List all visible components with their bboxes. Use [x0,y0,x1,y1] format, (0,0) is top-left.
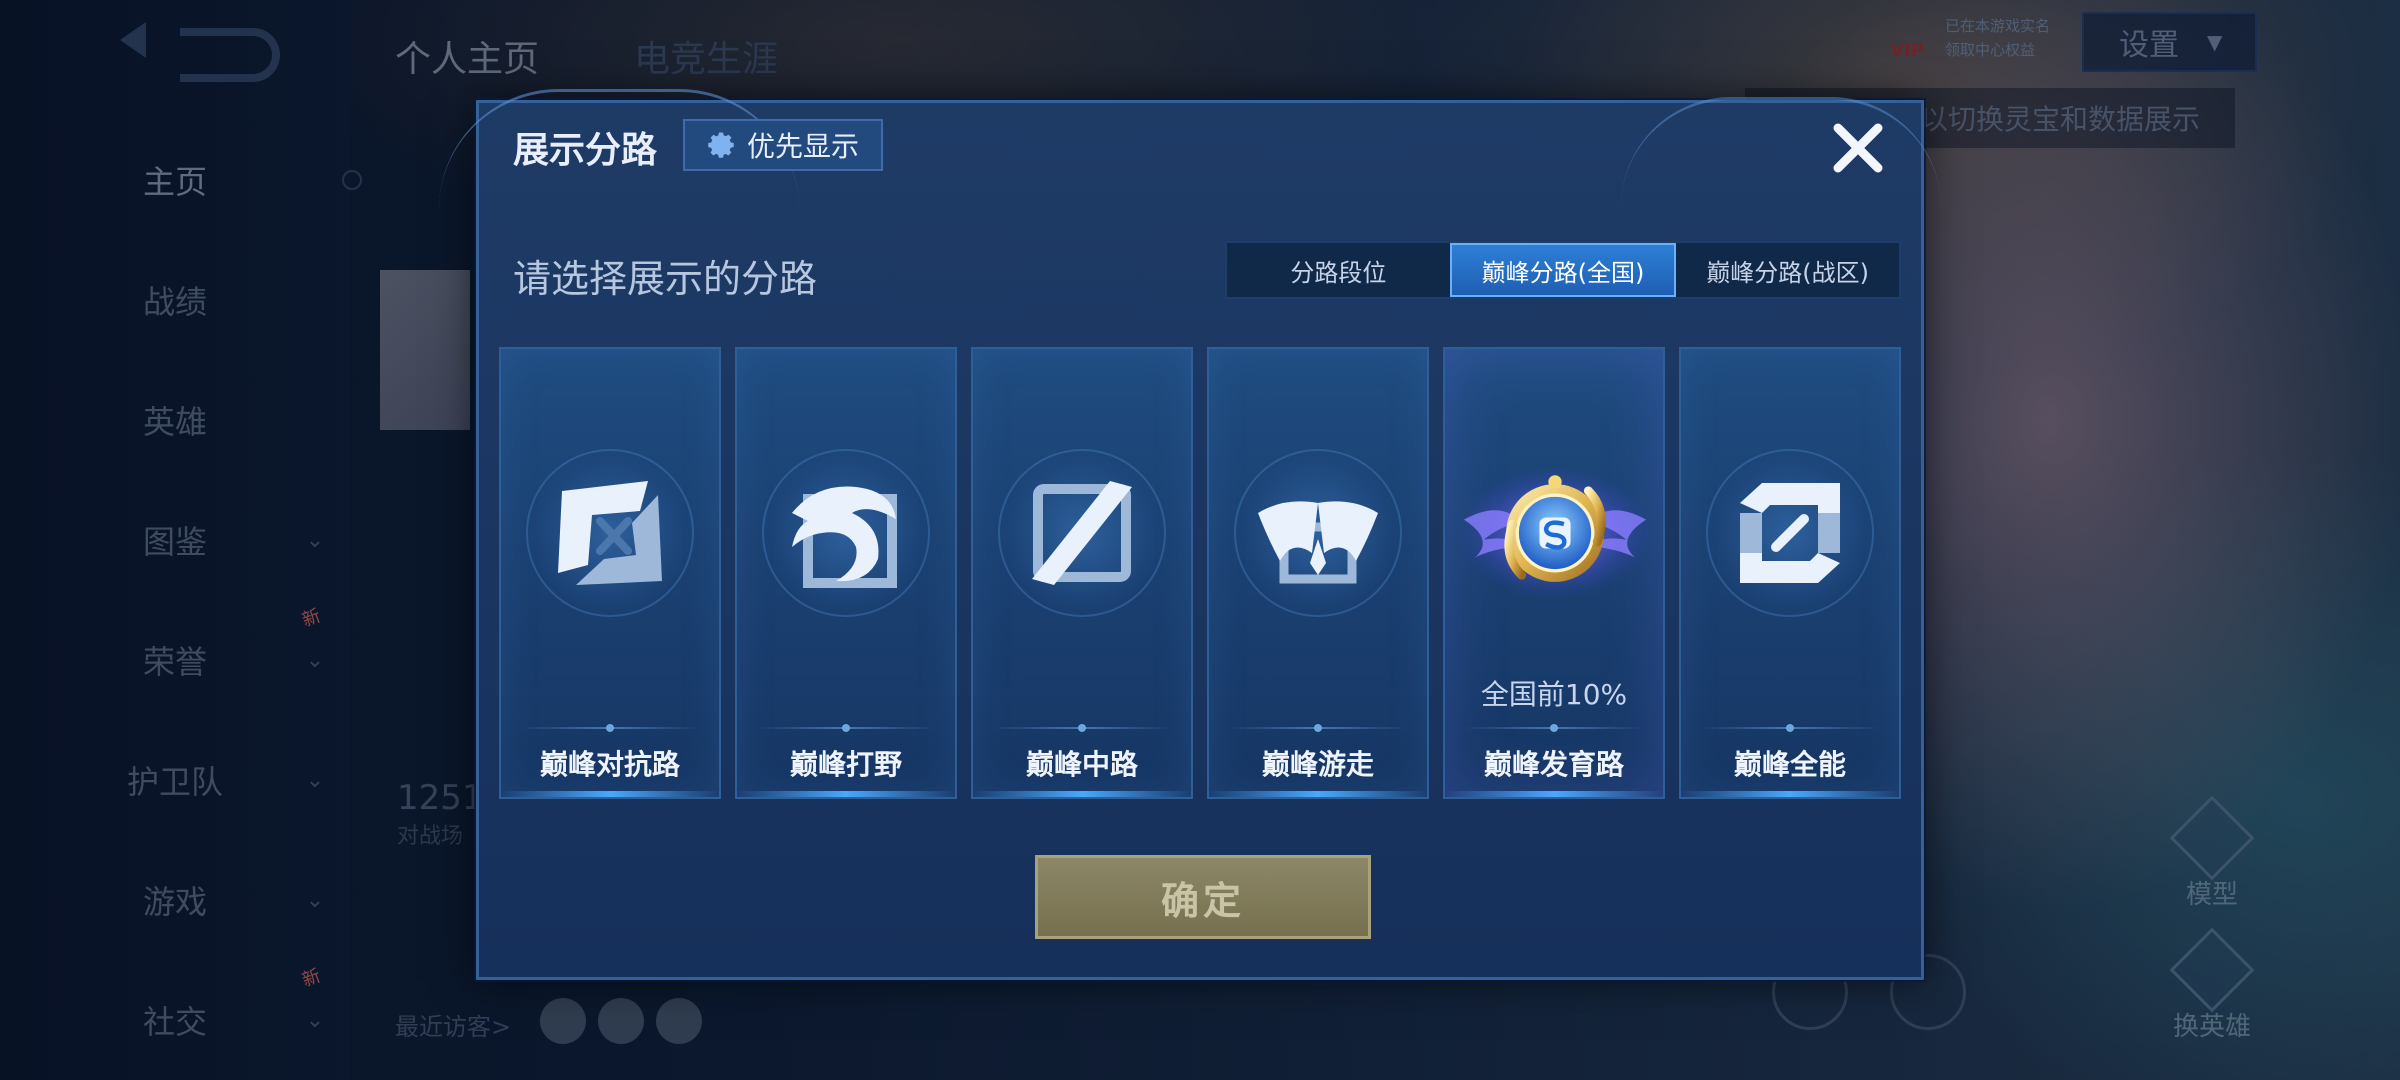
gold-emblem-icon [1457,466,1653,600]
lane-card-list: 巅峰对抗路 巅峰打野 巅峰中路 巅峰游走 全国前10% 巅峰发育路 巅峰全能 [499,347,1901,799]
dragon-icon [792,486,897,588]
close-icon [1833,123,1883,173]
priority-display-button[interactable]: 优先显示 [683,119,883,171]
select-lane-prompt: 请选择展示的分路 [513,257,818,301]
divider [1701,724,1879,732]
priority-label: 优先显示 [746,130,859,163]
lane-card-allround[interactable]: 巅峰全能 [1679,347,1901,799]
tab-peak-national[interactable]: 巅峰分路(全国) [1449,243,1677,297]
lane-card-jungle[interactable]: 巅峰打野 [735,347,957,799]
tab-label: 巅峰分路(全国) [1481,258,1645,287]
tab-label: 巅峰分路(战区) [1706,258,1870,287]
wings-icon [1258,501,1378,584]
divider [1465,724,1643,732]
dialog-title: 展示分路 [513,130,658,171]
blade-icon [1032,481,1132,585]
decorative-swirl [1621,97,1941,207]
lane-label: 巅峰对抗路 [539,748,680,781]
confirm-button[interactable]: 确定 [1035,855,1371,939]
lane-card-clash[interactable]: 巅峰对抗路 [499,347,721,799]
lane-label: 巅峰打野 [789,748,902,781]
divider [521,724,699,732]
tab-peak-region[interactable]: 巅峰分路(战区) [1676,243,1899,297]
tab-label: 分路段位 [1290,258,1387,287]
gear-icon [708,132,734,158]
lane-card-mid[interactable]: 巅峰中路 [971,347,1193,799]
rank-text: 全国前10% [1480,678,1628,711]
divider [1229,724,1407,732]
lane-label: 巅峰中路 [1025,748,1138,781]
lane-card-farm[interactable]: 全国前10% 巅峰发育路 [1443,347,1665,799]
tab-lane-rank[interactable]: 分路段位 [1227,243,1450,297]
lane-card-roam[interactable]: 巅峰游走 [1207,347,1429,799]
lane-label: 巅峰发育路 [1483,748,1624,781]
divider [757,724,935,732]
ranking-scope-tabs: 分路段位 巅峰分路(全国) 巅峰分路(战区) [1225,241,1901,299]
lane-label: 巅峰游走 [1261,748,1374,781]
divider [993,724,1171,732]
lane-display-dialog: 展示分路 优先显示 请选择展示的分路 分路段位 巅峰分路(全国) 巅峰分路(战区… [439,89,1941,980]
lane-label: 巅峰全能 [1733,748,1846,781]
close-button[interactable] [1823,113,1893,183]
allround-icon [1740,483,1840,583]
crossed-swords-icon [558,481,662,585]
